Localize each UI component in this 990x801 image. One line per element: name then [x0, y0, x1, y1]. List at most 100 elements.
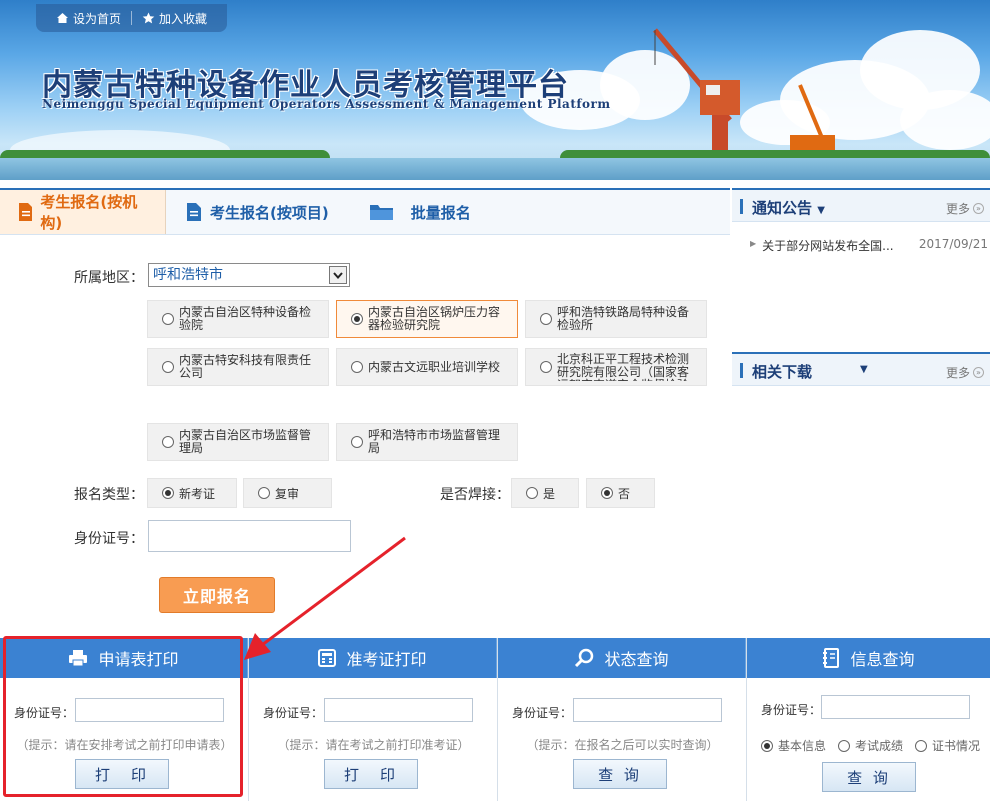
institution-label: 呼和浩特市市场监督管理局 — [368, 429, 501, 455]
panel-title: 信息查询 — [850, 650, 915, 669]
welding-label: 是否焊接： — [440, 487, 510, 503]
print-admission-button[interactable]: 打 印 — [324, 759, 418, 789]
id-number-label: 身份证号： — [263, 706, 324, 720]
more-label: 更多 — [945, 202, 970, 216]
radio-button — [540, 361, 552, 373]
add-favorite-label: 加入收藏 — [159, 11, 208, 26]
radio-button — [526, 487, 538, 499]
institution-label: 内蒙古特安科技有限责任公司 — [179, 354, 312, 380]
panel-hint: （提示：在报名之后可以实时查询） — [526, 738, 719, 752]
notice-item[interactable]: ▶ 关于部分网站发布全国... 2017/09/21 — [750, 237, 988, 254]
info-query-header: 信息查询 — [747, 638, 990, 678]
downloads-title[interactable]: 相关下载 — [752, 361, 812, 382]
notice-item-date: 2017/09/21 — [918, 237, 988, 251]
radio-button — [915, 739, 928, 752]
notice-title-text: 通知公告 — [752, 199, 813, 217]
id-number-input[interactable] — [148, 520, 351, 552]
add-favorite-link[interactable]: 加入收藏 — [132, 10, 217, 27]
welding-option-yes[interactable]: 是 — [511, 478, 579, 508]
region-select[interactable]: 呼和浩特市 — [148, 263, 350, 287]
id-number-input[interactable] — [573, 698, 722, 722]
radio-button — [601, 487, 613, 499]
radio-button — [162, 487, 174, 499]
folder-icon — [369, 205, 393, 220]
status-query-button[interactable]: 查 询 — [573, 759, 667, 789]
institution-label: 北京科正平工程技术检测研究院有限公司（国家客运架空索道安全监督检验中心） — [557, 353, 690, 381]
institution-option[interactable]: 内蒙古自治区特种设备检验院 — [147, 300, 329, 338]
downloads-title-text: 相关下载 — [752, 363, 813, 381]
type-option-label: 新考证 — [179, 486, 216, 501]
region-label: 所属地区： — [74, 270, 144, 286]
tab-register-by-institution[interactable]: 考生报名(按机构) — [0, 190, 166, 234]
set-homepage-label: 设为首页 — [73, 11, 122, 26]
type-option-new[interactable]: 新考证 — [147, 478, 237, 508]
radio-button — [351, 436, 363, 448]
institution-option[interactable]: 内蒙古自治区市场监督管理局 — [147, 423, 329, 461]
welding-option-label: 否 — [618, 486, 631, 501]
notice-more-link[interactable]: 更多» — [946, 200, 984, 217]
downloads-header: 相关下载 ▼ 更多» — [732, 352, 990, 386]
id-number-input[interactable] — [821, 695, 970, 719]
register-now-button[interactable]: 立即报名 — [159, 577, 275, 613]
info-type-score[interactable]: 考试成绩 — [838, 737, 903, 754]
status-query-panel: 状态查询 身份证号： （提示：在报名之后可以实时查询） 查 询 — [498, 638, 747, 801]
info-type-certificate[interactable]: 证书情况 — [915, 737, 980, 754]
tab-label: 批量报名 — [410, 203, 471, 222]
search-icon — [575, 648, 594, 668]
institution-label: 内蒙古文远职业培训学校 — [368, 360, 501, 374]
double-arrow-icon: » — [973, 203, 984, 214]
institution-option[interactable]: 内蒙古特安科技有限责任公司 — [147, 348, 329, 386]
tab-label: 考生报名(按机构) — [40, 193, 138, 232]
id-number-label: 身份证号： — [512, 706, 573, 720]
notice-item-text: 关于部分网站发布全国... — [762, 239, 894, 253]
downloads-more-link[interactable]: 更多» — [946, 364, 984, 381]
institution-option[interactable]: 北京科正平工程技术检测研究院有限公司（国家客运架空索道安全监督检验中心） — [525, 348, 707, 386]
institution-label: 呼和浩特铁路局特种设备检验所 — [557, 306, 690, 332]
radio-button — [540, 313, 552, 325]
top-nav: 设为首页 加入收藏 — [36, 4, 228, 32]
notice-title[interactable]: 通知公告 ▼ — [752, 197, 825, 218]
radio-button — [838, 739, 851, 752]
institution-option[interactable]: 内蒙古自治区锅炉压力容器检验研究院 — [336, 300, 518, 338]
notebook-icon — [823, 648, 840, 668]
more-label: 更多 — [945, 366, 970, 380]
type-option-review[interactable]: 复审 — [243, 478, 332, 508]
highlight-box — [3, 636, 243, 797]
info-query-panel: 信息查询 身份证号： 基本信息 考试成绩 证书情况 查 询 — [747, 638, 990, 801]
caret-down-icon: ▼ — [860, 364, 868, 375]
institution-label: 内蒙古自治区特种设备检验院 — [179, 306, 312, 332]
type-option-label: 复审 — [275, 486, 300, 501]
id-number-input[interactable] — [324, 698, 473, 722]
radio-button — [162, 313, 174, 325]
water-decoration — [0, 158, 990, 180]
institution-option[interactable]: 呼和浩特市市场监督管理局 — [336, 423, 518, 461]
tab-register-by-project[interactable]: 考生报名(按项目) — [166, 190, 347, 234]
institution-option[interactable]: 内蒙古文远职业培训学校 — [336, 348, 518, 386]
radio-button — [761, 739, 773, 752]
info-query-button[interactable]: 查 询 — [822, 762, 916, 792]
cloud-decoration — [900, 90, 990, 150]
registration-panel: 考生报名(按机构) 考生报名(按项目) 批量报名 所属地区： 呼和浩特市 内蒙古… — [0, 188, 730, 633]
caret-down-icon: ▼ — [817, 205, 825, 216]
admission-ticket-panel: 准考证打印 身份证号： （提示：请在考试之前打印准考证） 打 印 — [249, 638, 498, 801]
tab-batch-register[interactable]: 批量报名 — [347, 190, 489, 234]
status-query-header: 状态查询 — [498, 638, 746, 678]
chevron-down-icon — [329, 266, 347, 284]
institution-label: 内蒙古自治区市场监督管理局 — [179, 429, 312, 455]
radio-button — [162, 361, 174, 373]
institution-option[interactable]: 呼和浩特铁路局特种设备检验所 — [525, 300, 707, 338]
region-select-value: 呼和浩特市 — [153, 267, 223, 283]
notice-panel: 通知公告 ▼ 更多» ▶ 关于部分网站发布全国... 2017/09/21 — [732, 188, 990, 348]
set-homepage-link[interactable]: 设为首页 — [46, 10, 131, 27]
radio-label: 证书情况 — [932, 739, 981, 753]
downloads-panel: 相关下载 ▼ 更多» — [732, 352, 990, 632]
type-label: 报名类型： — [74, 487, 144, 503]
info-type-basic[interactable]: 基本信息 — [761, 737, 826, 754]
site-subtitle: Neimenggu Special Equipment Operators As… — [42, 97, 611, 111]
radio-button — [258, 487, 270, 499]
registration-tabs: 考生报名(按机构) 考生报名(按项目) 批量报名 — [0, 190, 730, 235]
radio-button — [351, 313, 363, 325]
welding-option-no[interactable]: 否 — [586, 478, 655, 508]
title-bar-decoration — [740, 363, 743, 378]
tab-label: 考生报名(按项目) — [210, 203, 329, 222]
